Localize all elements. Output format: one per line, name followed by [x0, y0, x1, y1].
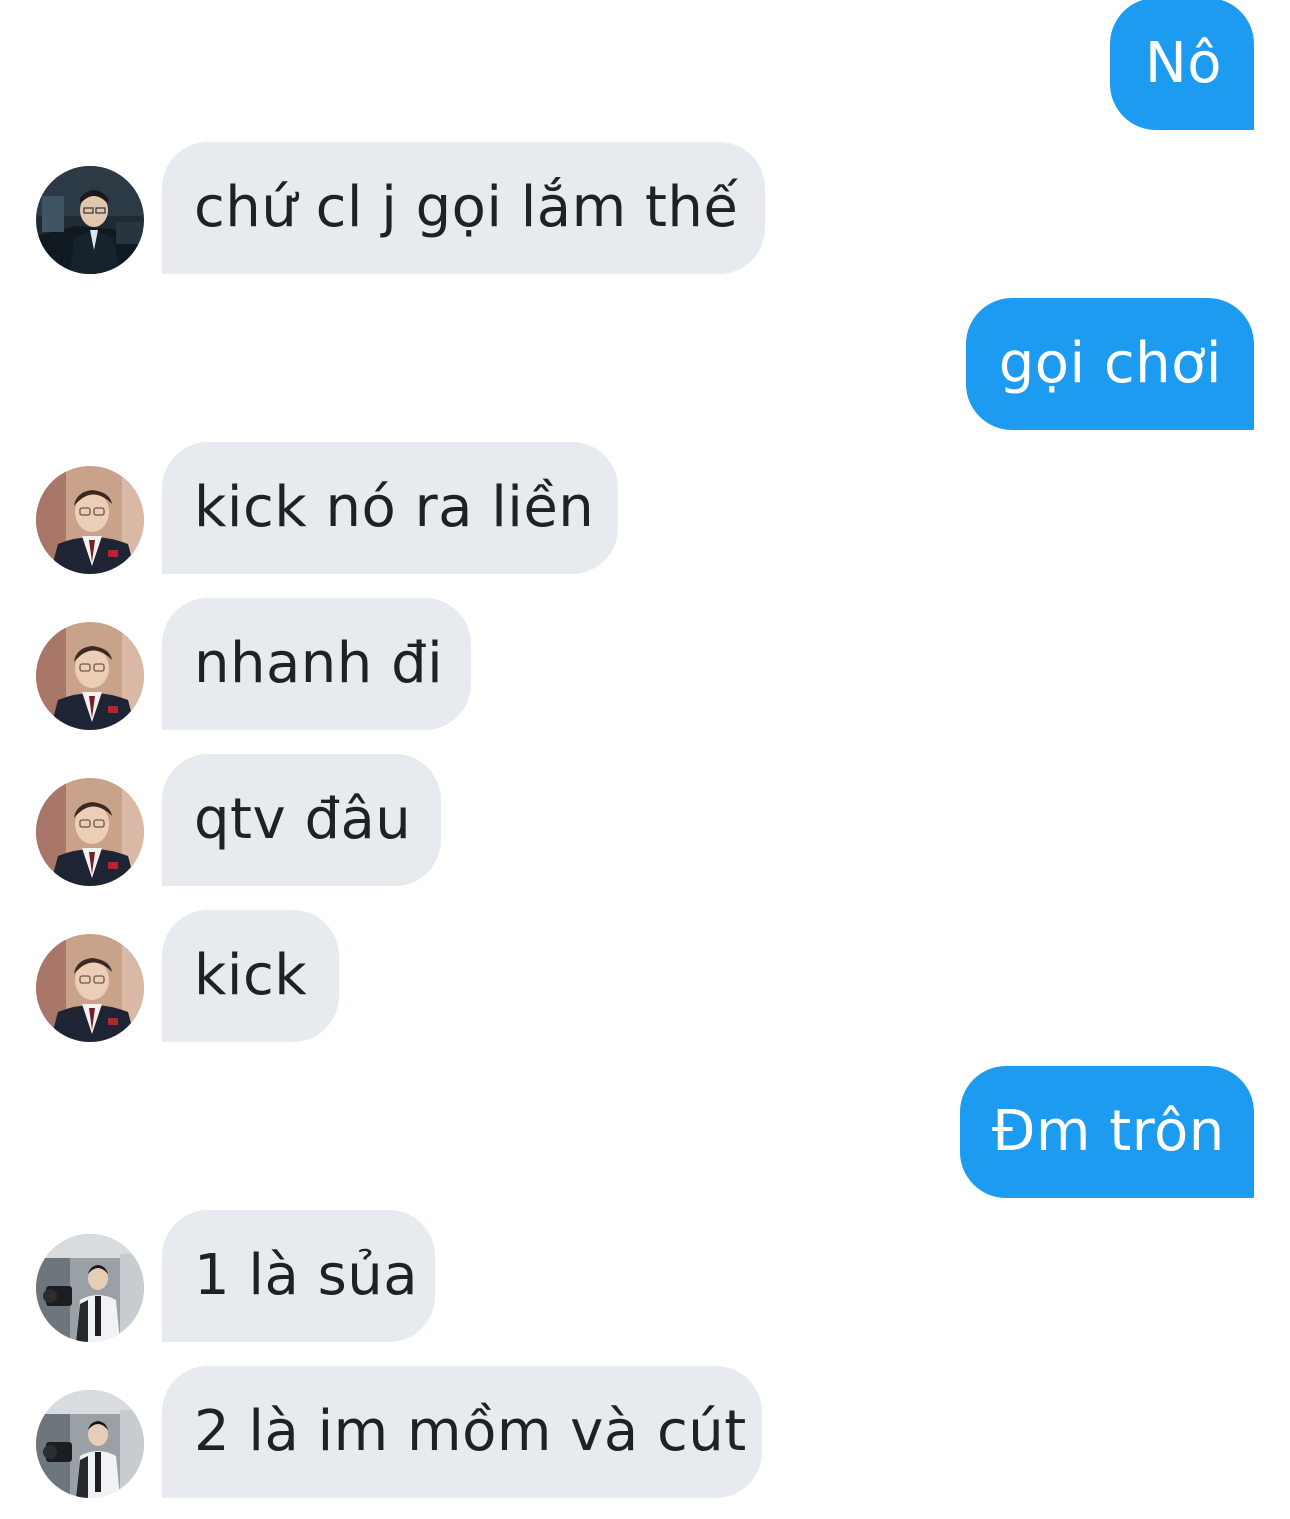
- user-avatar-camera[interactable]: [36, 1234, 144, 1342]
- incoming-message-bubble[interactable]: 2 là im mồm và cút: [162, 1366, 762, 1498]
- user-avatar-dark-chair[interactable]: [36, 166, 144, 274]
- incoming-message-bubble[interactable]: qtv đâu: [162, 754, 441, 886]
- user-avatar-uniform[interactable]: [36, 622, 144, 730]
- incoming-message-bubble[interactable]: chứ cl j gọi lắm thế: [162, 142, 765, 274]
- incoming-message-bubble[interactable]: kick: [162, 910, 339, 1042]
- incoming-message-bubble[interactable]: 1 là sủa: [162, 1210, 435, 1342]
- incoming-message-bubble[interactable]: nhanh đi: [162, 598, 471, 730]
- outgoing-message-bubble[interactable]: Nô: [1110, 0, 1254, 130]
- outgoing-message-bubble[interactable]: gọi chơi: [966, 298, 1254, 430]
- user-avatar-uniform[interactable]: [36, 466, 144, 574]
- user-avatar-uniform[interactable]: [36, 778, 144, 886]
- user-avatar-uniform[interactable]: [36, 934, 144, 1042]
- incoming-message-bubble[interactable]: kick nó ra liền: [162, 442, 618, 574]
- message-thread: Nô chứ cl j gọi lắm thế gọi chơi kick nó…: [0, 0, 1290, 1519]
- outgoing-message-bubble[interactable]: Đm trôn: [960, 1066, 1254, 1198]
- user-avatar-camera[interactable]: [36, 1390, 144, 1498]
